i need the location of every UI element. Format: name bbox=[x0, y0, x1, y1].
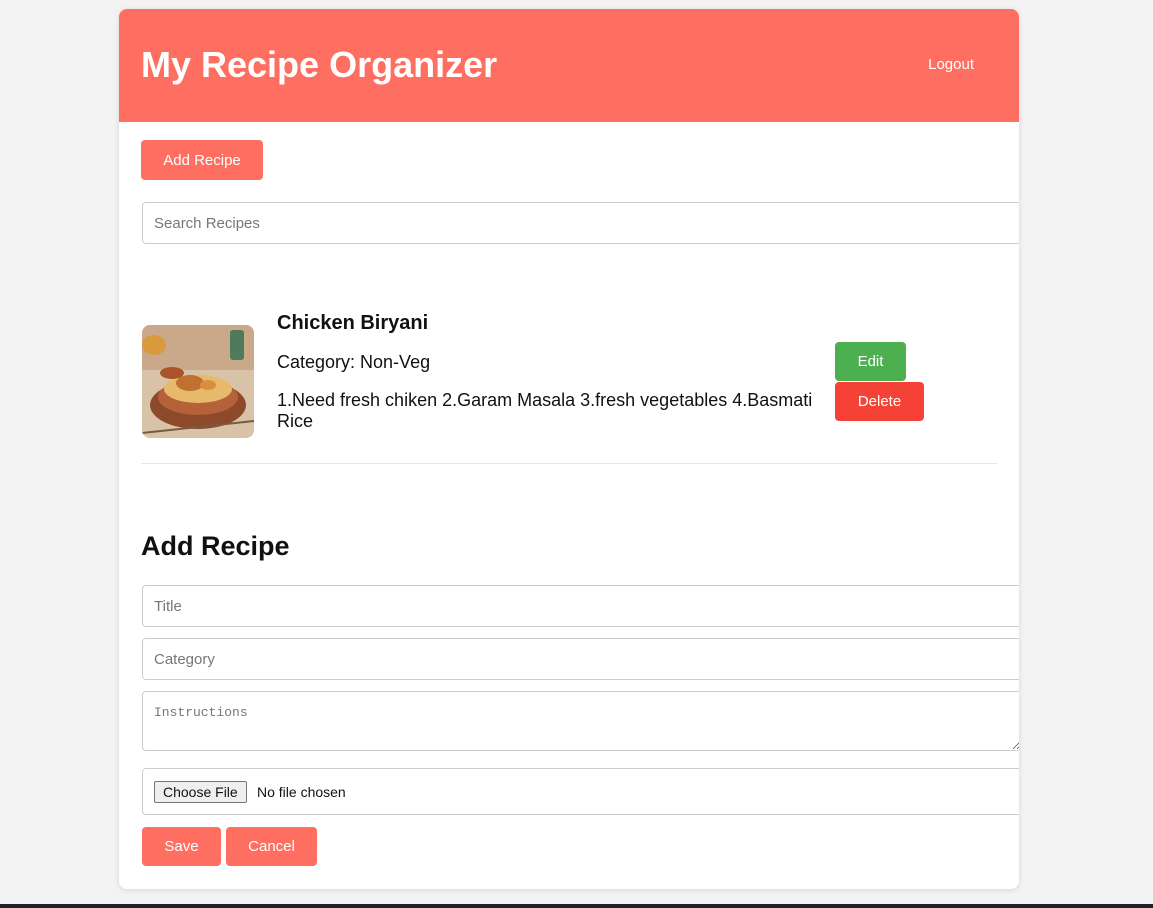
app-title: My Recipe Organizer bbox=[141, 44, 498, 85]
recipe-title: Chicken Biryani bbox=[277, 312, 429, 334]
delete-button[interactable]: Delete bbox=[835, 382, 924, 421]
recipe-category: Category: Non-Veg bbox=[277, 352, 431, 372]
search-input[interactable] bbox=[142, 202, 1019, 244]
recipe-image bbox=[142, 325, 254, 438]
save-button[interactable]: Save bbox=[142, 827, 221, 866]
recipe-organizer-card: My Recipe Organizer Logout Add Recipe Ch… bbox=[119, 9, 1019, 889]
category-input[interactable] bbox=[142, 638, 1019, 680]
logout-button[interactable]: Logout bbox=[928, 55, 974, 75]
app-header: My Recipe Organizer Logout bbox=[119, 9, 1019, 122]
add-recipe-heading: Add Recipe bbox=[141, 531, 290, 561]
recipe-item: Chicken Biryani Category: Non-Veg 1.Need… bbox=[141, 311, 997, 464]
bottom-border bbox=[0, 904, 1153, 908]
title-input[interactable] bbox=[142, 585, 1019, 627]
add-recipe-button[interactable]: Add Recipe bbox=[141, 140, 263, 180]
recipe-instructions: 1.Need fresh chiken 2.Garam Masala 3.fre… bbox=[277, 390, 813, 431]
recipe-photo-icon bbox=[142, 325, 254, 438]
edit-button[interactable]: Edit bbox=[835, 342, 906, 381]
image-file-field: Choose File No file chosen bbox=[142, 768, 1019, 815]
choose-file-button[interactable]: Choose File bbox=[154, 781, 247, 803]
file-status: No file chosen bbox=[257, 784, 346, 800]
instructions-input[interactable] bbox=[142, 691, 1019, 751]
cancel-button[interactable]: Cancel bbox=[226, 827, 317, 866]
